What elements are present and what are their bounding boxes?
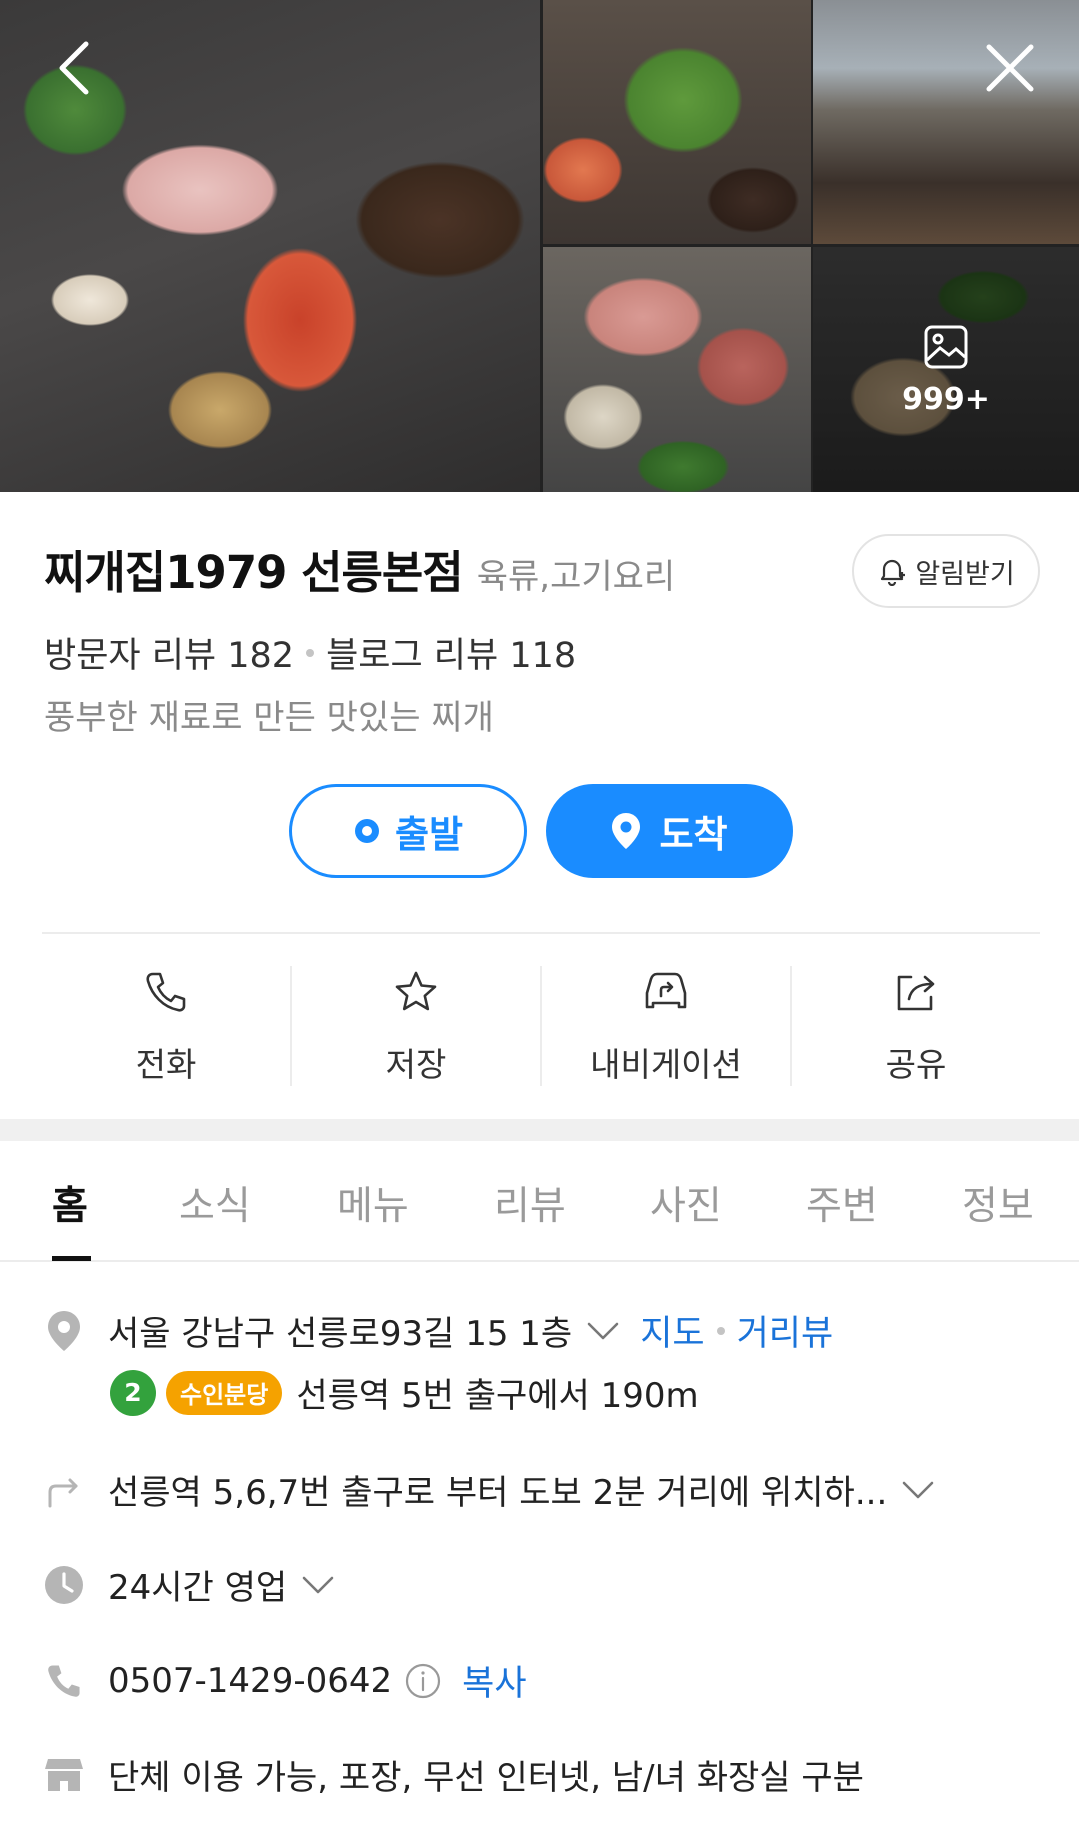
- chevron-left-icon: [59, 41, 89, 95]
- tab-reviews[interactable]: 리뷰: [494, 1175, 566, 1231]
- share-button-label: 공유: [885, 1045, 947, 1084]
- action-bar: 전화 저장 내비게이션 공유: [42, 966, 1040, 1086]
- alarm-button-label: 알림받기: [915, 558, 1015, 590]
- arrive-route-label: 도착: [659, 813, 728, 856]
- save-button-label: 저장: [385, 1045, 447, 1084]
- address-expand-button[interactable]: [586, 1321, 620, 1341]
- active-tab-indicator: [52, 1256, 91, 1261]
- amenities-text: 단체 이용 가능, 포장, 무선 인터넷, 남/녀 화장실 구분: [108, 1758, 864, 1798]
- star-icon: [393, 966, 439, 1018]
- hours-text: 24시간 영업: [108, 1568, 288, 1608]
- tab-bar: 홈 소식 메뉴 리뷰 사진 주변 정보: [0, 1141, 1079, 1262]
- chevron-down-icon: [902, 1481, 934, 1498]
- directions-expand-button[interactable]: [901, 1480, 935, 1500]
- call-button[interactable]: 전화: [42, 966, 292, 1086]
- location-pin-icon: [44, 1310, 84, 1351]
- share-icon: [893, 966, 939, 1018]
- car-navigation-icon: [641, 966, 691, 1018]
- subway-line-badge: 2: [110, 1369, 156, 1416]
- alarm-button[interactable]: 알림받기: [852, 534, 1040, 608]
- place-name: 찌개집1979 선릉본점: [44, 546, 464, 599]
- map-pin-icon: [612, 813, 641, 849]
- tab-news[interactable]: 소식: [179, 1175, 251, 1231]
- close-button[interactable]: [978, 36, 1042, 100]
- separator-dot: [306, 648, 315, 657]
- phone-row: 0507-1429-0642 복사: [44, 1655, 527, 1706]
- bell-plus-icon: [881, 559, 906, 586]
- tab-home[interactable]: 홈: [52, 1175, 88, 1231]
- origin-dot-icon: [354, 819, 379, 843]
- store-icon: [44, 1755, 84, 1795]
- photo-gallery: 999+: [0, 0, 1079, 492]
- gallery-photo-4[interactable]: [543, 247, 811, 492]
- start-route-label: 출발: [394, 813, 464, 856]
- chevron-down-icon: [587, 1322, 619, 1339]
- chevron-down-icon: [302, 1576, 334, 1593]
- gallery-photo-2[interactable]: [543, 0, 811, 244]
- close-icon: [986, 44, 1034, 92]
- back-button[interactable]: [42, 36, 106, 100]
- divider: [42, 932, 1040, 934]
- navigation-button-label: 내비게이션: [590, 1045, 742, 1084]
- share-button[interactable]: 공유: [792, 966, 1040, 1086]
- clock-icon: [44, 1565, 84, 1605]
- place-title-row: 찌개집1979 선릉본점 육류,고기요리: [44, 536, 675, 601]
- subway-line-name-badge: 수인분당: [166, 1370, 283, 1415]
- street-view-link[interactable]: 거리뷰: [737, 1305, 834, 1356]
- place-category: 육류,고기요리: [476, 557, 676, 597]
- image-icon: [921, 322, 971, 376]
- phone-icon: [144, 966, 188, 1018]
- subway-directions: 선릉역 5번 출구에서 190m: [296, 1376, 699, 1416]
- phone-icon: [44, 1661, 84, 1701]
- hours-expand-button[interactable]: [301, 1575, 335, 1595]
- info-icon[interactable]: [404, 1662, 442, 1700]
- place-description: 풍부한 재료로 만든 맛있는 찌개: [44, 698, 494, 738]
- call-button-label: 전화: [135, 1045, 197, 1084]
- address-row: 서울 강남구 선릉로93길 15 1층 지도 거리뷰: [44, 1305, 833, 1356]
- tab-nearby[interactable]: 주변: [806, 1175, 878, 1231]
- blog-review-link[interactable]: 블로그 리뷰 118: [326, 627, 576, 678]
- amenities-row: 단체 이용 가능, 포장, 무선 인터넷, 남/녀 화장실 구분: [44, 1750, 864, 1799]
- phone-number[interactable]: 0507-1429-0642: [108, 1661, 392, 1701]
- save-button[interactable]: 저장: [292, 966, 542, 1086]
- subway-row: 2 수인분당 선릉역 5번 출구에서 190m: [110, 1368, 699, 1417]
- arrive-route-button[interactable]: 도착: [546, 784, 793, 878]
- separator-dot: [716, 1326, 725, 1335]
- review-summary: 방문자 리뷰 182 블로그 리뷰 118: [44, 627, 576, 678]
- navigation-button[interactable]: 내비게이션: [542, 966, 792, 1086]
- route-buttons: 출발 도착: [0, 784, 1079, 878]
- copy-phone-button[interactable]: 복사: [462, 1655, 526, 1706]
- directions-text: 선릉역 5,6,7번 출구로 부터 도보 2분 거리에 위치하...: [108, 1473, 888, 1513]
- hours-row: 24시간 영업: [44, 1560, 335, 1609]
- section-gap: [0, 1119, 1079, 1141]
- more-photos-count: 999+: [902, 382, 990, 417]
- more-photos-button[interactable]: 999+: [813, 247, 1079, 492]
- turn-arrow-icon: [44, 1470, 84, 1510]
- start-route-button[interactable]: 출발: [289, 784, 527, 878]
- tab-info[interactable]: 정보: [962, 1175, 1034, 1231]
- directions-row: 선릉역 5,6,7번 출구로 부터 도보 2분 거리에 위치하...: [44, 1465, 935, 1514]
- tab-menu[interactable]: 메뉴: [337, 1175, 409, 1231]
- visitor-review-link[interactable]: 방문자 리뷰 182: [44, 627, 294, 678]
- map-link[interactable]: 지도: [640, 1305, 704, 1356]
- address-text: 서울 강남구 선릉로93길 15 1층: [108, 1314, 573, 1354]
- tab-photos[interactable]: 사진: [650, 1175, 722, 1231]
